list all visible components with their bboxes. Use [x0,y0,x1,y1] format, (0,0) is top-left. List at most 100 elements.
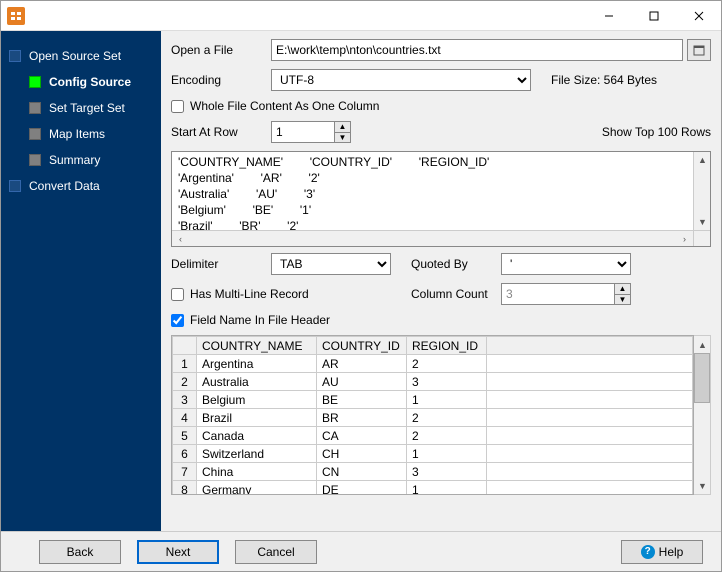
preview-horizontal-scrollbar[interactable]: ‹ › [172,230,693,246]
grid-cell-empty [487,445,693,463]
grid-cell[interactable]: Belgium [197,391,317,409]
table-row[interactable]: 2AustraliaAU3 [173,373,693,391]
has-multiline-checkbox[interactable]: Has Multi-Line Record [171,287,391,301]
whole-file-checkbox[interactable]: Whole File Content As One Column [171,99,379,113]
table-row[interactable]: 8GermanyDE1 [173,481,693,496]
grid-corner-header[interactable] [173,337,197,355]
grid-row-header[interactable]: 6 [173,445,197,463]
spin-down-button[interactable]: ▼ [614,294,630,305]
grid-row-header[interactable]: 2 [173,373,197,391]
grid-row-header[interactable]: 7 [173,463,197,481]
grid-row-header[interactable]: 5 [173,427,197,445]
table-row[interactable]: 4BrazilBR2 [173,409,693,427]
spin-up-button[interactable]: ▲ [614,284,630,294]
grid-cell[interactable]: BE [317,391,407,409]
back-button[interactable]: Back [39,540,121,564]
scroll-left-arrow-icon[interactable]: ‹ [172,231,189,247]
encoding-select[interactable]: UTF-8 [271,69,531,91]
step-box-icon [9,180,21,192]
grid-cell[interactable]: CN [317,463,407,481]
grid-cell[interactable]: China [197,463,317,481]
scroll-down-arrow-icon[interactable]: ▼ [694,477,711,494]
grid-cell[interactable]: 1 [407,481,487,496]
table-row[interactable]: 6SwitzerlandCH1 [173,445,693,463]
grid-row-header[interactable]: 1 [173,355,197,373]
scroll-down-arrow-icon[interactable]: ▼ [694,214,711,230]
sidebar-item-open-source-set[interactable]: Open Source Set [5,43,157,69]
grid-column-header[interactable]: COUNTRY_NAME [197,337,317,355]
grid-cell[interactable]: CA [317,427,407,445]
data-grid[interactable]: COUNTRY_NAME COUNTRY_ID REGION_ID 1Argen… [171,335,711,495]
grid-cell-empty [487,355,693,373]
grid-cell[interactable]: AU [317,373,407,391]
file-path-input[interactable] [271,39,683,61]
whole-file-checkbox-label: Whole File Content As One Column [190,99,379,113]
grid-cell[interactable]: 2 [407,355,487,373]
sidebar-item-map-items[interactable]: Map Items [25,121,157,147]
has-multiline-checkbox-label: Has Multi-Line Record [190,287,309,301]
grid-cell[interactable]: CH [317,445,407,463]
sidebar-item-label: Convert Data [29,179,100,193]
column-count-input [501,283,631,305]
quoted-by-select[interactable]: ' [501,253,631,275]
grid-column-header-empty [487,337,693,355]
scroll-right-arrow-icon[interactable]: › [676,231,693,247]
grid-cell[interactable]: 1 [407,445,487,463]
grid-row-header[interactable]: 4 [173,409,197,427]
cancel-button[interactable]: Cancel [235,540,317,564]
scrollbar-thumb[interactable] [694,353,710,403]
browse-file-button[interactable] [687,39,711,61]
sidebar-item-config-source[interactable]: Config Source [25,69,157,95]
grid-cell[interactable]: Brazil [197,409,317,427]
grid-cell[interactable]: Switzerland [197,445,317,463]
file-size-label: File Size: 564 Bytes [551,73,657,87]
sidebar-item-set-target-set[interactable]: Set Target Set [25,95,157,121]
file-preview-box: 'COUNTRY_NAME' 'COUNTRY_ID' 'REGION_ID' … [171,151,711,247]
close-button[interactable] [676,1,721,31]
grid-cell[interactable]: 2 [407,427,487,445]
grid-cell[interactable]: AR [317,355,407,373]
whole-file-checkbox-input[interactable] [171,100,184,113]
field-name-header-checkbox-input[interactable] [171,314,184,327]
grid-cell[interactable]: Argentina [197,355,317,373]
maximize-button[interactable] [631,1,676,31]
minimize-button[interactable] [586,1,631,31]
delimiter-select[interactable]: TAB [271,253,391,275]
grid-vertical-scrollbar[interactable]: ▲ ▼ [694,335,711,495]
grid-cell[interactable]: DE [317,481,407,496]
has-multiline-checkbox-input[interactable] [171,288,184,301]
grid-cell[interactable]: Canada [197,427,317,445]
spin-up-button[interactable]: ▲ [334,122,350,132]
grid-cell[interactable]: Australia [197,373,317,391]
table-row[interactable]: 3BelgiumBE1 [173,391,693,409]
grid-row-header[interactable]: 3 [173,391,197,409]
scroll-up-arrow-icon[interactable]: ▲ [694,336,711,353]
sidebar-item-convert-data[interactable]: Convert Data [5,173,157,199]
table-row[interactable]: 5CanadaCA2 [173,427,693,445]
table-row[interactable]: 1ArgentinaAR2 [173,355,693,373]
grid-cell[interactable]: 3 [407,463,487,481]
quoted-by-label: Quoted By [411,257,501,271]
grid-cell[interactable]: 1 [407,391,487,409]
help-button[interactable]: ? Help [621,540,703,564]
title-bar [1,1,721,31]
next-button[interactable]: Next [137,540,219,564]
sidebar-item-label: Set Target Set [49,101,125,115]
field-name-header-checkbox[interactable]: Field Name In File Header [171,313,330,327]
delimiter-label: Delimiter [171,257,271,271]
wizard-window: Open Source Set Config Source Set Target… [0,0,722,572]
help-icon: ? [641,545,655,559]
sidebar-item-summary[interactable]: Summary [25,147,157,173]
grid-cell[interactable]: BR [317,409,407,427]
scroll-up-arrow-icon[interactable]: ▲ [694,152,711,168]
table-row[interactable]: 7ChinaCN3 [173,463,693,481]
grid-column-header[interactable]: REGION_ID [407,337,487,355]
encoding-label: Encoding [171,73,271,87]
preview-vertical-scrollbar[interactable]: ▲ ▼ [693,152,710,230]
spin-down-button[interactable]: ▼ [334,132,350,143]
grid-cell[interactable]: 2 [407,409,487,427]
grid-cell[interactable]: Germany [197,481,317,496]
grid-column-header[interactable]: COUNTRY_ID [317,337,407,355]
grid-cell[interactable]: 3 [407,373,487,391]
grid-row-header[interactable]: 8 [173,481,197,496]
